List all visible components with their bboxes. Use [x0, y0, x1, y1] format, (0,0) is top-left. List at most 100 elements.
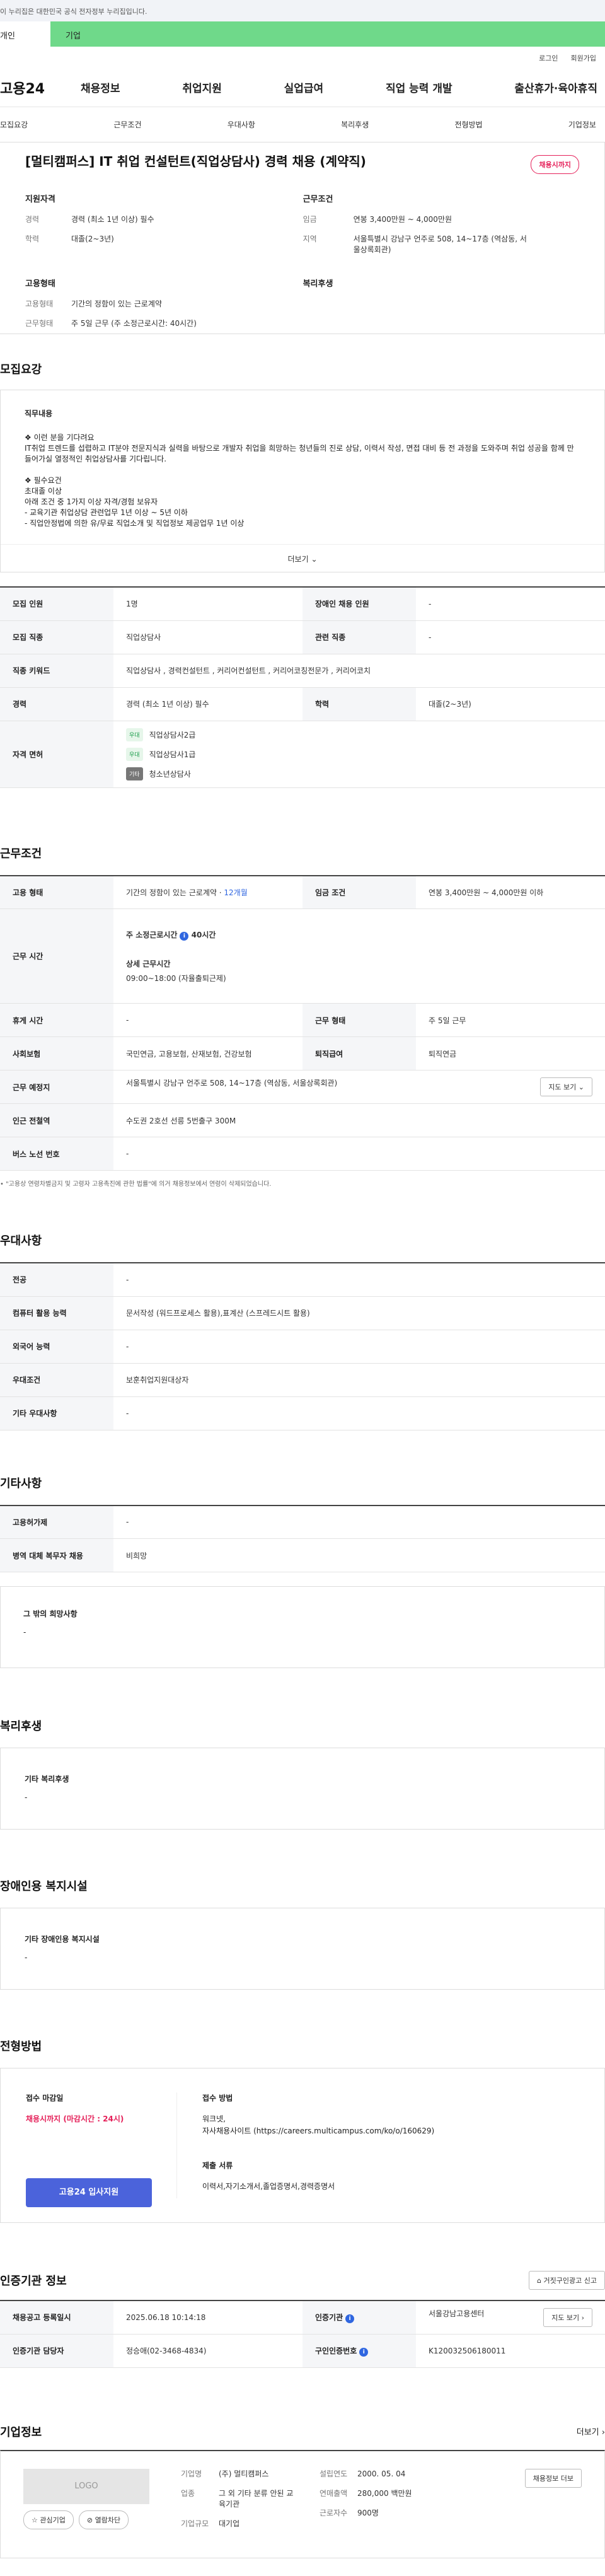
site-logo[interactable]: 고용24 [0, 78, 81, 98]
process-box: 접수 마감일 채용시까지 (마감시간 : 24시) 고용24 입사지원 접수 방… [0, 2068, 605, 2223]
region-value: 서울특별시 강남구 언주로 508, 14~17층 (역삼동, 서울상록회관) [353, 235, 527, 254]
apply-button[interactable]: 고용24 입사지원 [26, 2178, 152, 2207]
wtype-label: 근무형태 [25, 319, 54, 328]
info-icon[interactable]: i [359, 2347, 369, 2357]
info-icon[interactable]: i [180, 931, 189, 941]
job-value: 직업상담사 [113, 620, 302, 654]
disabled-header: 장애인 채용 인원 [302, 587, 416, 621]
employees-label: 근로자수 [320, 2508, 348, 2517]
company-more-link[interactable]: 더보기 › [577, 2425, 605, 2437]
reg-value: 2025.06.18 10:14:18 [113, 2300, 302, 2335]
company-more-label: 더보기 [576, 2428, 599, 2437]
industry-label: 업종 [181, 2488, 195, 2498]
no-value: K120032506180011 [416, 2334, 605, 2368]
subway-value: 수도권 2호선 선릉 5번출구 300M [113, 1103, 605, 1137]
recruit-title: 모집요강 [0, 363, 42, 376]
block-view-button[interactable]: ⊘ 열람차단 [78, 2510, 129, 2529]
career-value: 경력 (최소 1년 이상) 필수 [71, 215, 154, 224]
section-nav-process[interactable]: 전형방법 [454, 119, 482, 130]
related-value: - [416, 620, 605, 654]
agency-section: 인증기관 정보 ⌂ 거짓구인광고 신고 채용공고 등록일시 2025.06.18… [0, 2223, 605, 2368]
section-nav-pref[interactable]: 우대사항 [228, 119, 255, 130]
company-action-buttons: ☆ 관심기업 ⊘ 열람차단 [23, 2510, 168, 2529]
summary-grid-top: 지원자격 경력 경력 (최소 1년 이상) 필수 학력 대졸(2~3년) 근무조건 … [21, 192, 584, 264]
other-title: 기타사항 [0, 1477, 42, 1490]
company-header: 기업정보 더보기 › [0, 2423, 605, 2440]
edu-label: 학력 [25, 235, 40, 243]
pc-header: 컴퓨터 활용 능력 [0, 1296, 113, 1330]
section-nav-welfare[interactable]: 복리후생 [341, 119, 369, 130]
gnb-item-employment-support[interactable]: 취업지원 [182, 79, 222, 95]
block-icon: ⊘ [86, 2515, 93, 2524]
industry-value: 그 외 기타 분류 안된 교육기관 [219, 2488, 294, 2509]
company-jobs-button[interactable]: 채용정보 더보 [524, 2468, 582, 2488]
license-list: 우대 직업상담사2급 우대 직업상담사1급 기타 청소년상담사 [113, 721, 605, 788]
pref-etc-header: 기타 우대사항 [0, 1396, 113, 1430]
license-item: 우대 직업상담사1급 [126, 747, 605, 761]
gnb-item-training[interactable]: 직업 능력 개발 [386, 79, 452, 95]
career-header: 경력 [0, 687, 113, 721]
rest-header: 휴게 시간 [0, 1003, 113, 1037]
map-button-label: 지도 보기 [548, 1083, 577, 1091]
gnb-item-unemployment-benefit[interactable]: 실업급여 [284, 79, 324, 95]
report-icon: ⌂ [537, 2277, 542, 2285]
company-logo: LOGO [23, 2468, 149, 2504]
qual-heading: 지원자격 [25, 195, 55, 204]
disability-section: 장애인용 복지시설 기타 장애인용 복지시설 - [0, 1830, 605, 1990]
gnb-menu: 채용정보 취업지원 실업급여 직업 능력 개발 출산휴가·육아휴직 [81, 79, 605, 95]
section-nav-company[interactable]: 기업정보 [568, 119, 596, 130]
gnb-item-jobs[interactable]: 채용정보 [81, 79, 120, 95]
gnb-item-parental-leave[interactable]: 출산휴가·육아휴직 [514, 79, 597, 95]
more-button[interactable]: 더보기 ⌄ [1, 544, 604, 572]
location-cell: 서울특별시 강남구 언주로 508, 14~17층 (역삼동, 서울상록회관) … [113, 1070, 605, 1104]
report-fake-ad-button[interactable]: ⌂ 거짓구인광고 신고 [529, 2271, 605, 2290]
count-value: 1명 [113, 587, 302, 621]
map-button[interactable]: 지도 보기 ⌄ [540, 1077, 592, 1096]
disability-title: 장애인용 복지시설 [0, 1880, 88, 1893]
deadline-value: 채용시까지 (마감시간 : 24시) [26, 2115, 124, 2123]
org-value: 서울강남고용센터 [429, 2309, 485, 2318]
company-section: 기업정보 더보기 › LOGO ☆ 관심기업 ⊘ 열람차단 기업명 (주) 멀티캠… [0, 2368, 605, 2558]
tab-individual[interactable]: 개인 [0, 21, 50, 47]
edu-header: 학력 [302, 687, 416, 721]
license-header: 자격 면허 [0, 721, 113, 788]
method-value: 워크넷, 자사채용사이트 (https://careers.multicampu… [202, 2115, 435, 2135]
company-logo-col: LOGO ☆ 관심기업 ⊘ 열람차단 [23, 2468, 168, 2540]
sales-value: 280,000 백만원 [357, 2488, 412, 2498]
agency-map-button[interactable]: 지도 보기 › [543, 2307, 592, 2327]
agency-map-label: 지도 보기 [551, 2313, 580, 2322]
login-link[interactable]: 로그인 [539, 53, 558, 68]
company-info-col1: 기업명 (주) 멀티캠퍼스 업종 그 외 기타 분류 안된 교육기관 기업규모 대기업 [168, 2469, 320, 2540]
etype-value: 기간의 정함이 있는 근로계약 [71, 299, 162, 308]
job-description-box: 직무내용 ❖ 이런 분을 기다려요 IT취업 트렌드를 섭렵하고 IT분야 전문… [0, 390, 605, 572]
weekly-hours: 주 소정근로시간 i 40시간 [126, 929, 605, 941]
tab-corporate[interactable]: 기업 [50, 21, 605, 47]
no-header: 구인인증번호 [315, 2346, 357, 2355]
major-value: - [113, 1263, 605, 1297]
permit-header: 고용허가제 [0, 1505, 113, 1539]
weekly-hours-value: 40시간 [191, 930, 216, 939]
favorite-company-button[interactable]: ☆ 관심기업 [23, 2510, 74, 2529]
welfare-section: 복리후생 기타 복리후생 - [0, 1668, 605, 1830]
section-nav-recruit[interactable]: 모집요강 [0, 119, 28, 130]
org-cell: 서울강남고용센터 지도 보기 › [416, 2300, 605, 2335]
disability-box: 기타 장애인용 복지시설 - [0, 1908, 605, 1990]
keyword-header: 직종 키워드 [0, 654, 113, 688]
etype-value: 기간의 정함이 있는 근로계약 [126, 888, 217, 897]
process-title: 전형방법 [0, 2040, 42, 2053]
signup-link[interactable]: 회원가입 [571, 53, 596, 68]
favorite-label: 관심기업 [40, 2515, 66, 2524]
method-col: 접수 방법 워크넷, 자사채용사이트 (https://careers.mult… [177, 2092, 579, 2198]
job-header: 모집 직종 [0, 620, 113, 654]
sales-label: 연매출액 [320, 2488, 348, 2498]
other-table: 고용허가제 - 병역 대체 복무자 채용 비희망 [0, 1504, 605, 1572]
company-name-label: 기업명 [181, 2469, 202, 2478]
info-icon[interactable]: i [345, 2314, 355, 2323]
company-size-label: 기업규모 [181, 2519, 209, 2528]
established-label: 설립연도 [320, 2469, 348, 2478]
deadline-col: 접수 마감일 채용시까지 (마감시간 : 24시) 고용24 입사지원 [26, 2092, 177, 2207]
job-title: [멀티캠퍼스] IT 취업 컨설턴트(직업상담사) 경력 채용 (계약직) [25, 154, 366, 169]
permit-value: - [113, 1505, 605, 1539]
section-nav-work[interactable]: 근무조건 [113, 119, 141, 130]
established-value: 2000. 05. 04 [357, 2469, 406, 2478]
